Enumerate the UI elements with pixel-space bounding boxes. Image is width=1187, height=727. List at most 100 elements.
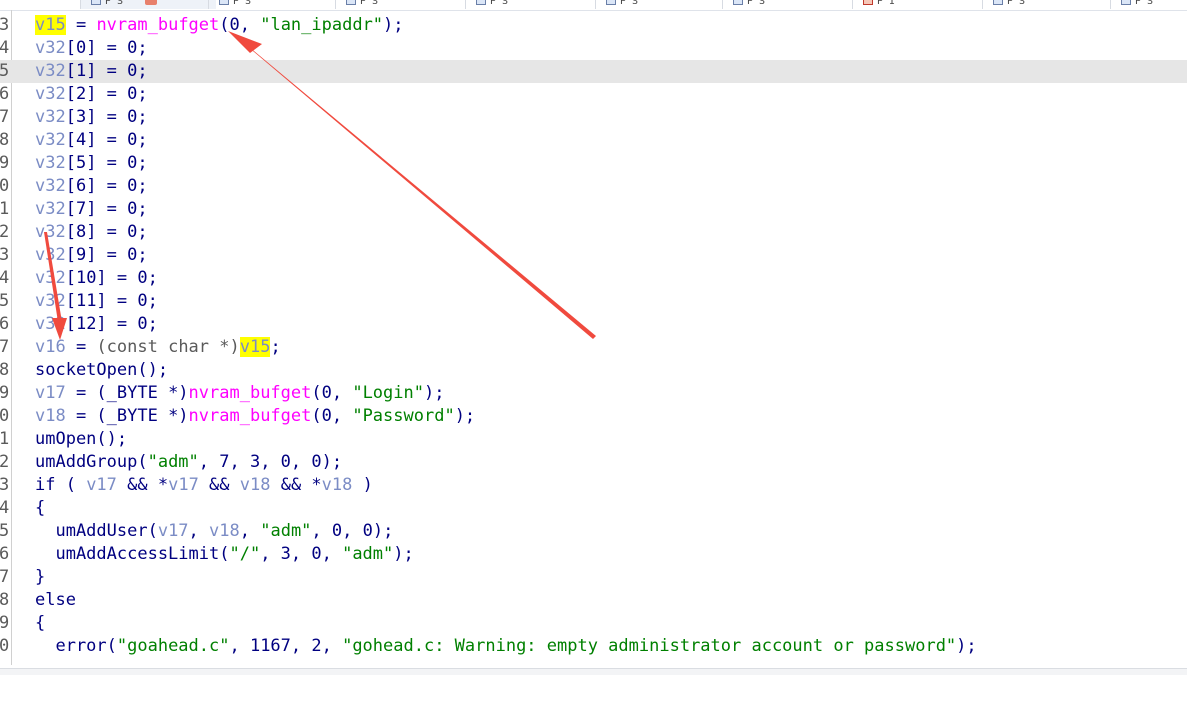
- tab-pseudocode[interactable]: P S: [465, 0, 601, 9]
- line-number: 8: [0, 590, 10, 610]
- code-line[interactable]: 7 v16 = (const char *)v15;: [0, 336, 1187, 359]
- line-number: 5: [0, 291, 10, 311]
- code-line-current[interactable]: 5 v32[1] = 0;: [0, 60, 1187, 83]
- code-line[interactable]: 9 v17 = (_BYTE *)nvram_bufget(0, "Login"…: [0, 382, 1187, 405]
- function-call[interactable]: umAddGroup(: [35, 452, 148, 472]
- code-line[interactable]: 4 {: [0, 497, 1187, 520]
- string-literal: "lan_ipaddr": [260, 15, 384, 35]
- pseudocode-tab-icon: [219, 0, 229, 5]
- code-line[interactable]: 0 v18 = (_BYTE *)nvram_bufget(0, "Passwo…: [0, 405, 1187, 428]
- variable-v15[interactable]: v15: [239, 337, 271, 357]
- line-number: 5: [0, 521, 10, 541]
- code-line[interactable]: 5 umAddUser(v17, v18, "adm", 0, 0);: [0, 520, 1187, 543]
- line-number: 4: [0, 268, 10, 288]
- tab-pseudocode[interactable]: P S: [595, 0, 731, 9]
- line-number: 4: [0, 498, 10, 518]
- line-number: 9: [0, 613, 10, 633]
- function-nvram-bufget[interactable]: nvram_bufget: [96, 15, 219, 35]
- code-line[interactable]: 9 v32[5] = 0;: [0, 152, 1187, 175]
- line-number: 1: [0, 429, 10, 449]
- line-number: 6: [0, 314, 10, 334]
- code-line[interactable]: 9 {: [0, 612, 1187, 635]
- tab-pseudocode[interactable]: P S: [208, 0, 339, 9]
- line-number: 1: [0, 199, 10, 219]
- string-literal: "adm": [260, 521, 312, 541]
- string-literal: "Login": [352, 383, 424, 403]
- line-number: 4: [0, 38, 10, 58]
- variable-v32[interactable]: v32: [35, 291, 66, 311]
- variable-v32[interactable]: v32: [35, 176, 66, 196]
- line-number: 7: [0, 567, 10, 587]
- variable-v32[interactable]: v32: [35, 38, 66, 58]
- variable-v32[interactable]: v32: [35, 199, 66, 219]
- code-line[interactable]: 8 socketOpen();: [0, 359, 1187, 382]
- code-line[interactable]: 6 v32[12] = 0;: [0, 313, 1187, 336]
- code-line[interactable]: 7 v32[3] = 0;: [0, 106, 1187, 129]
- variable-v17[interactable]: v17: [35, 383, 66, 403]
- variable-v17[interactable]: v17: [86, 475, 117, 495]
- function-nvram-bufget[interactable]: nvram_bufget: [189, 383, 312, 403]
- line-number: 8: [0, 360, 10, 380]
- variable-v32[interactable]: v32: [35, 130, 66, 150]
- variable-v32[interactable]: v32: [35, 245, 66, 265]
- variable-v32[interactable]: v32: [35, 153, 66, 173]
- variable-v17[interactable]: v17: [158, 521, 189, 541]
- code-line[interactable]: 3 v32[9] = 0;: [0, 244, 1187, 267]
- variable-v18[interactable]: v18: [322, 475, 353, 495]
- line-number: 3: [0, 15, 10, 35]
- close-tab-icon[interactable]: [145, 0, 158, 5]
- line-number: 0: [0, 636, 10, 656]
- line-number: 3: [0, 475, 10, 495]
- tab-pseudocode[interactable]: P S: [1110, 0, 1187, 9]
- code-line[interactable]: 3 v15 = nvram_bufget(0, "lan_ipaddr");: [0, 14, 1187, 37]
- code-line[interactable]: 4 v32[10] = 0;: [0, 267, 1187, 290]
- variable-v32[interactable]: v32: [35, 314, 66, 334]
- line-number: 3: [0, 245, 10, 265]
- tab-pseudocode[interactable]: P S: [982, 0, 1098, 9]
- variable-v17[interactable]: v17: [168, 475, 199, 495]
- tab-pseudocode[interactable]: P S: [722, 0, 858, 9]
- string-literal: "Password": [352, 406, 455, 426]
- code-line[interactable]: 2 v32[8] = 0;: [0, 221, 1187, 244]
- code-line[interactable]: 0 error("goahead.c", 1167, 2, "gohead.c:…: [0, 635, 1187, 658]
- variable-v32[interactable]: v32: [35, 268, 66, 288]
- pseudocode-tab-icon: [91, 0, 101, 5]
- function-call[interactable]: umAddUser(: [35, 521, 157, 541]
- variable-v18[interactable]: v18: [209, 521, 240, 541]
- variable-v18[interactable]: v18: [35, 406, 66, 426]
- pseudocode-tab-icon: [993, 0, 1003, 5]
- variable-v15[interactable]: v15: [35, 15, 66, 35]
- tab-hex-view[interactable]: P I: [852, 0, 988, 9]
- code-line[interactable]: 6 umAddAccessLimit("/", 3, 0, "adm");: [0, 543, 1187, 566]
- function-call[interactable]: umOpen();: [35, 429, 127, 449]
- variable-v18[interactable]: v18: [240, 475, 271, 495]
- pseudocode-view[interactable]: 3 v15 = nvram_bufget(0, "lan_ipaddr"); 4…: [0, 10, 1187, 670]
- line-number: 0: [0, 406, 10, 426]
- function-call[interactable]: socketOpen();: [35, 360, 168, 380]
- variable-v32[interactable]: v32: [35, 107, 66, 127]
- code-line[interactable]: 7 }: [0, 566, 1187, 589]
- code-line[interactable]: 6 v32[2] = 0;: [0, 83, 1187, 106]
- code-line[interactable]: 0 v32[6] = 0;: [0, 175, 1187, 198]
- code-line[interactable]: 1 umOpen();: [0, 428, 1187, 451]
- code-line[interactable]: 3 if ( v17 && *v17 && v18 && *v18 ): [0, 474, 1187, 497]
- tab-pseudocode-active[interactable]: P S: [80, 0, 216, 9]
- code-line[interactable]: 1 v32[7] = 0;: [0, 198, 1187, 221]
- line-number: 2: [0, 222, 10, 242]
- line-number: 9: [0, 153, 10, 173]
- code-line[interactable]: 2 umAddGroup("adm", 7, 3, 0, 0);: [0, 451, 1187, 474]
- function-call[interactable]: error(: [35, 636, 116, 656]
- hex-tab-icon: [863, 0, 873, 5]
- function-nvram-bufget[interactable]: nvram_bufget: [189, 406, 312, 426]
- variable-v32[interactable]: v32: [35, 84, 66, 104]
- code-line[interactable]: 5 v32[11] = 0;: [0, 290, 1187, 313]
- function-call[interactable]: umAddAccessLimit(: [35, 544, 229, 564]
- code-line[interactable]: 8 else: [0, 589, 1187, 612]
- code-line[interactable]: 8 v32[4] = 0;: [0, 129, 1187, 152]
- code-line[interactable]: 4 v32[0] = 0;: [0, 37, 1187, 60]
- variable-v16[interactable]: v16: [35, 337, 66, 357]
- variable-v32[interactable]: v32: [35, 222, 66, 242]
- variable-v32[interactable]: v32: [35, 61, 66, 81]
- tab-pseudocode[interactable]: P S: [335, 0, 471, 9]
- string-literal: "adm": [342, 544, 394, 564]
